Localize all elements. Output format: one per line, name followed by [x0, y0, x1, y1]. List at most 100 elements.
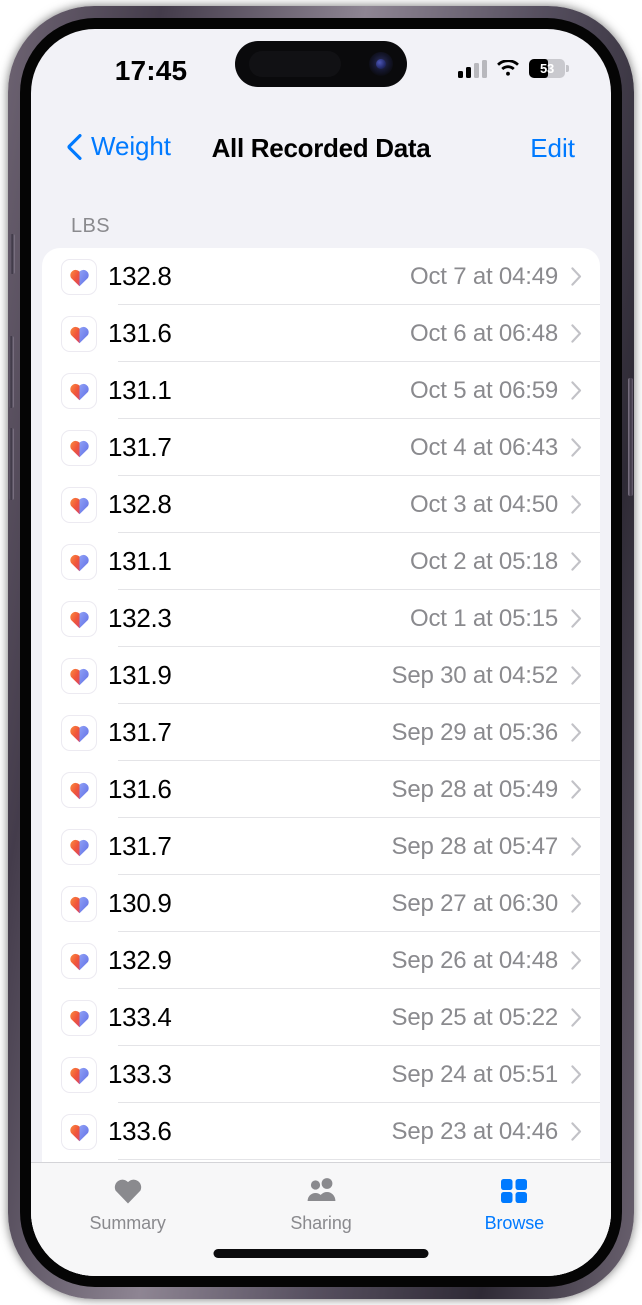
weight-value: 132.9	[108, 945, 172, 975]
tab-sharing[interactable]: Sharing	[224, 1163, 417, 1276]
home-indicator[interactable]	[213, 1249, 429, 1258]
row-meta: Oct 6 at 06:48	[410, 320, 582, 348]
table-row[interactable]: 132.3 Oct 1 at 05:15	[42, 590, 600, 647]
health-heart-icon	[61, 657, 97, 694]
tab-browse[interactable]: Browse	[418, 1163, 611, 1276]
weight-value: 132.3	[108, 603, 172, 633]
battery-level-text: 53	[539, 61, 555, 76]
table-row[interactable]: 132.8 Oct 3 at 04:50	[42, 476, 600, 533]
chevron-right-icon	[571, 894, 582, 913]
health-heart-icon	[61, 429, 97, 466]
health-heart-icon	[61, 771, 97, 808]
people-icon	[305, 1176, 337, 1206]
section-header-lbs: LBS	[71, 215, 111, 237]
weight-value: 131.1	[108, 546, 172, 576]
record-timestamp: Oct 1 at 05:15	[410, 604, 558, 632]
table-row[interactable]: 131.9 Sep 30 at 04:52	[42, 647, 600, 704]
weight-value: 131.6	[108, 318, 172, 348]
chevron-right-icon	[571, 267, 582, 286]
health-heart-icon	[61, 714, 97, 751]
battery-icon: 53	[529, 59, 569, 78]
volume-up-button[interactable]	[9, 336, 14, 408]
table-row[interactable]: 130.9 Sep 27 at 06:30	[42, 875, 600, 932]
chevron-right-icon	[571, 1008, 582, 1027]
weight-value: 130.9	[108, 888, 172, 918]
weight-value: 133.4	[108, 1002, 172, 1032]
chevron-right-icon	[571, 780, 582, 799]
power-button[interactable]	[628, 378, 633, 496]
row-meta: Sep 24 at 05:51	[392, 1061, 582, 1089]
table-row[interactable]: 131.6 Sep 28 at 05:49	[42, 761, 600, 818]
status-time: 17:45	[114, 55, 188, 86]
weight-value: 131.6	[108, 774, 172, 804]
health-heart-icon	[61, 600, 97, 637]
device-bezel: 17:45 53 Weight All Recorded Data Edit L…	[20, 18, 622, 1287]
table-row[interactable]: 131.6 Oct 6 at 06:48	[42, 305, 600, 362]
tab-label: Sharing	[290, 1213, 352, 1233]
table-row[interactable]: 131.1 Oct 2 at 05:18	[42, 533, 600, 590]
wifi-icon	[497, 59, 519, 76]
chevron-right-icon	[571, 723, 582, 742]
weight-value: 131.1	[108, 375, 172, 405]
tab-summary[interactable]: Summary	[31, 1163, 224, 1276]
page-title: All Recorded Data	[211, 133, 431, 163]
row-meta: Sep 30 at 04:52	[392, 662, 582, 690]
tab-label: Browse	[484, 1213, 545, 1233]
grid-squares-icon	[499, 1176, 529, 1206]
table-row[interactable]: 131.7 Sep 29 at 05:36	[42, 704, 600, 761]
chevron-right-icon	[571, 495, 582, 514]
table-row[interactable]: 132.8 Oct 7 at 04:49	[42, 248, 600, 305]
chevron-right-icon	[571, 666, 582, 685]
chevron-right-icon	[571, 438, 582, 457]
recorded-data-list[interactable]: 132.8 Oct 7 at 04:49 131.6 Oct 6 at 06:48 13…	[42, 248, 600, 1217]
record-timestamp: Sep 29 at 05:36	[391, 718, 559, 746]
weight-value: 132.8	[108, 261, 172, 291]
chevron-right-icon	[571, 609, 582, 628]
row-meta: Oct 1 at 05:15	[410, 605, 582, 633]
row-meta: Oct 2 at 05:18	[410, 548, 582, 576]
navigation-bar: Weight All Recorded Data Edit	[31, 125, 611, 181]
volume-down-button[interactable]	[9, 428, 14, 500]
health-heart-icon	[61, 315, 97, 352]
edit-button[interactable]: Edit	[530, 133, 575, 164]
health-heart-icon	[61, 1113, 97, 1150]
chevron-right-icon	[571, 1065, 582, 1084]
health-heart-icon	[61, 1056, 97, 1093]
cellular-signal-icon	[458, 59, 487, 78]
record-timestamp: Oct 2 at 05:18	[410, 547, 558, 575]
health-heart-icon	[61, 999, 97, 1036]
silent-switch-button[interactable]	[10, 234, 15, 274]
tab-label: Summary	[89, 1213, 166, 1233]
weight-value: 131.7	[108, 831, 172, 861]
chevron-right-icon	[571, 837, 582, 856]
chevron-right-icon	[571, 1122, 582, 1141]
phone-screen: 17:45 53 Weight All Recorded Data Edit L…	[31, 29, 611, 1276]
chevron-right-icon	[571, 552, 582, 571]
table-row[interactable]: 131.1 Oct 5 at 06:59	[42, 362, 600, 419]
row-meta: Sep 25 at 05:22	[392, 1004, 582, 1032]
table-row[interactable]: 133.4 Sep 25 at 05:22	[42, 989, 600, 1046]
table-row[interactable]: 133.3 Sep 24 at 05:51	[42, 1046, 600, 1103]
health-heart-icon	[61, 828, 97, 865]
row-meta: Sep 29 at 05:36	[392, 719, 582, 747]
row-meta: Sep 26 at 04:48	[392, 947, 582, 975]
tab-bar: Summary Sharing Browse	[31, 1162, 611, 1276]
record-timestamp: Sep 27 at 06:30	[391, 889, 559, 917]
weight-value: 133.3	[108, 1059, 172, 1089]
row-meta: Oct 5 at 06:59	[410, 377, 582, 405]
record-timestamp: Oct 6 at 06:48	[410, 319, 558, 347]
dynamic-island	[235, 41, 407, 87]
record-timestamp: Oct 7 at 04:49	[410, 262, 558, 290]
record-timestamp: Sep 30 at 04:52	[391, 661, 559, 689]
health-heart-icon	[61, 942, 97, 979]
row-meta: Sep 28 at 05:49	[392, 776, 582, 804]
chevron-right-icon	[571, 381, 582, 400]
weight-value: 131.9	[108, 660, 172, 690]
table-row[interactable]: 132.9 Sep 26 at 04:48	[42, 932, 600, 989]
record-timestamp: Oct 3 at 04:50	[410, 490, 558, 518]
row-meta: Sep 23 at 04:46	[392, 1118, 582, 1146]
weight-value: 133.6	[108, 1116, 172, 1146]
table-row[interactable]: 133.6 Sep 23 at 04:46	[42, 1103, 600, 1160]
table-row[interactable]: 131.7 Oct 4 at 06:43	[42, 419, 600, 476]
table-row[interactable]: 131.7 Sep 28 at 05:47	[42, 818, 600, 875]
